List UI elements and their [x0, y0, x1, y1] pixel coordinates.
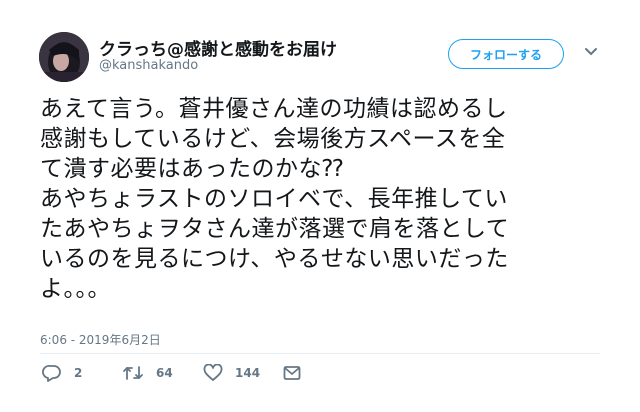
direct-message-button[interactable]	[283, 362, 301, 384]
tweet-text-line: いるのを見るにつけ、やるせない思いだった	[40, 246, 509, 272]
avatar-image	[39, 32, 89, 82]
tweet-text-line: 感謝もしているけど、会場後方スペースを全	[40, 126, 506, 152]
retweet-button[interactable]: 64	[122, 362, 173, 384]
like-count: 144	[235, 366, 261, 380]
message-icon	[283, 366, 301, 380]
tweet-text: あえて言う。蒼井優さん達の功績は認めるし 感謝もしているけど、会場後方スペースを…	[40, 94, 600, 304]
user-handle[interactable]: @kanshakando	[99, 58, 198, 73]
like-icon	[203, 364, 223, 381]
avatar[interactable]	[39, 32, 89, 82]
tweet-text-line: たあやちょヲタさん達が落選で肩を落として	[40, 216, 510, 242]
tweet-text-line: あやちょラストのソロイベで、長年推してい	[40, 186, 508, 212]
reply-icon	[42, 365, 61, 382]
tweet-card: クラっち@感謝と感動をお届け @kanshakando フォローする あえて言う…	[0, 0, 640, 412]
retweet-count: 64	[156, 366, 173, 380]
divider	[40, 353, 600, 354]
display-name[interactable]: クラっち@感謝と感動をお届け	[99, 35, 337, 60]
like-button[interactable]: 144	[203, 362, 260, 384]
reply-button[interactable]: 2	[42, 362, 82, 384]
chevron-down-icon[interactable]	[584, 47, 598, 57]
retweet-icon	[123, 366, 143, 380]
reply-count: 2	[74, 366, 83, 380]
tweet-timestamp[interactable]: 6:06 - 2019年6月2日	[40, 331, 161, 348]
tweet-text-line: あえて言う。蒼井優さん達の功績は認めるし	[40, 96, 508, 122]
tweet-text-line: よ。。。	[40, 276, 111, 302]
tweet-text-line: て潰す必要はあったのかな⁇	[40, 156, 344, 182]
follow-button[interactable]: フォローする	[448, 39, 564, 69]
